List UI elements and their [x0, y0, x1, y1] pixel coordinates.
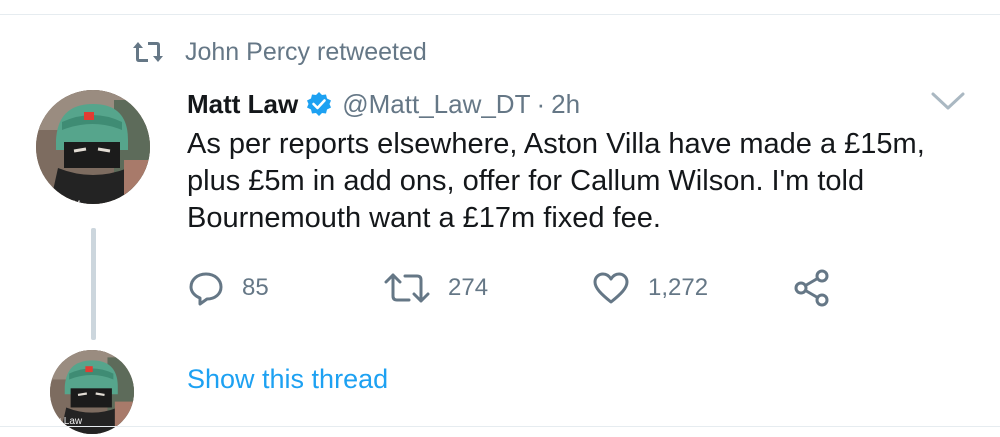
bottom-divider — [0, 426, 1000, 427]
like-button[interactable]: 1,272 — [592, 268, 708, 308]
author-avatar[interactable]: v Law — [36, 90, 150, 204]
like-count: 1,272 — [648, 274, 709, 301]
tweet-text-line: plus £5m in add ons, offer for Callum Wi… — [187, 165, 865, 197]
retweet-count: 274 — [448, 274, 489, 301]
heart-icon — [593, 272, 629, 304]
tweet-text-line: As per reports elsewhere, Aston Villa ha… — [187, 128, 925, 160]
reply-button[interactable]: 85 — [188, 268, 269, 308]
tweet-header: Matt Law @Matt_Law_DT · 2h — [187, 84, 580, 124]
thread-avatar[interactable]: v Law — [50, 350, 134, 434]
avatar-image — [36, 90, 150, 204]
retweet-button[interactable]: 274 — [384, 268, 488, 308]
reply-icon — [189, 272, 223, 306]
author-name[interactable]: Matt Law — [187, 89, 298, 120]
avatar-watermark: v Law — [38, 196, 80, 204]
retweet-context-text: John Percy retweeted — [185, 37, 427, 66]
retweet-icon — [384, 273, 430, 303]
share-button[interactable] — [792, 268, 832, 308]
tweet-text: As per reports elsewhere, Aston Villa ha… — [187, 126, 947, 237]
show-thread-link[interactable]: Show this thread — [187, 364, 388, 395]
author-handle[interactable]: @Matt_Law_DT — [342, 89, 530, 120]
tweet-timestamp[interactable]: 2h — [551, 89, 580, 120]
chevron-down-icon[interactable] — [930, 90, 966, 112]
thread-connector-line — [91, 228, 96, 340]
retweet-icon — [133, 42, 163, 62]
reply-count: 85 — [242, 274, 269, 301]
verified-badge-icon — [307, 92, 332, 116]
top-divider — [0, 14, 1000, 15]
retweet-context[interactable]: John Percy retweeted — [133, 36, 427, 68]
share-icon — [794, 269, 829, 307]
header-separator: · — [536, 88, 546, 119]
tweet-text-line: Bournemouth want a £17m fixed fee. — [187, 202, 661, 234]
